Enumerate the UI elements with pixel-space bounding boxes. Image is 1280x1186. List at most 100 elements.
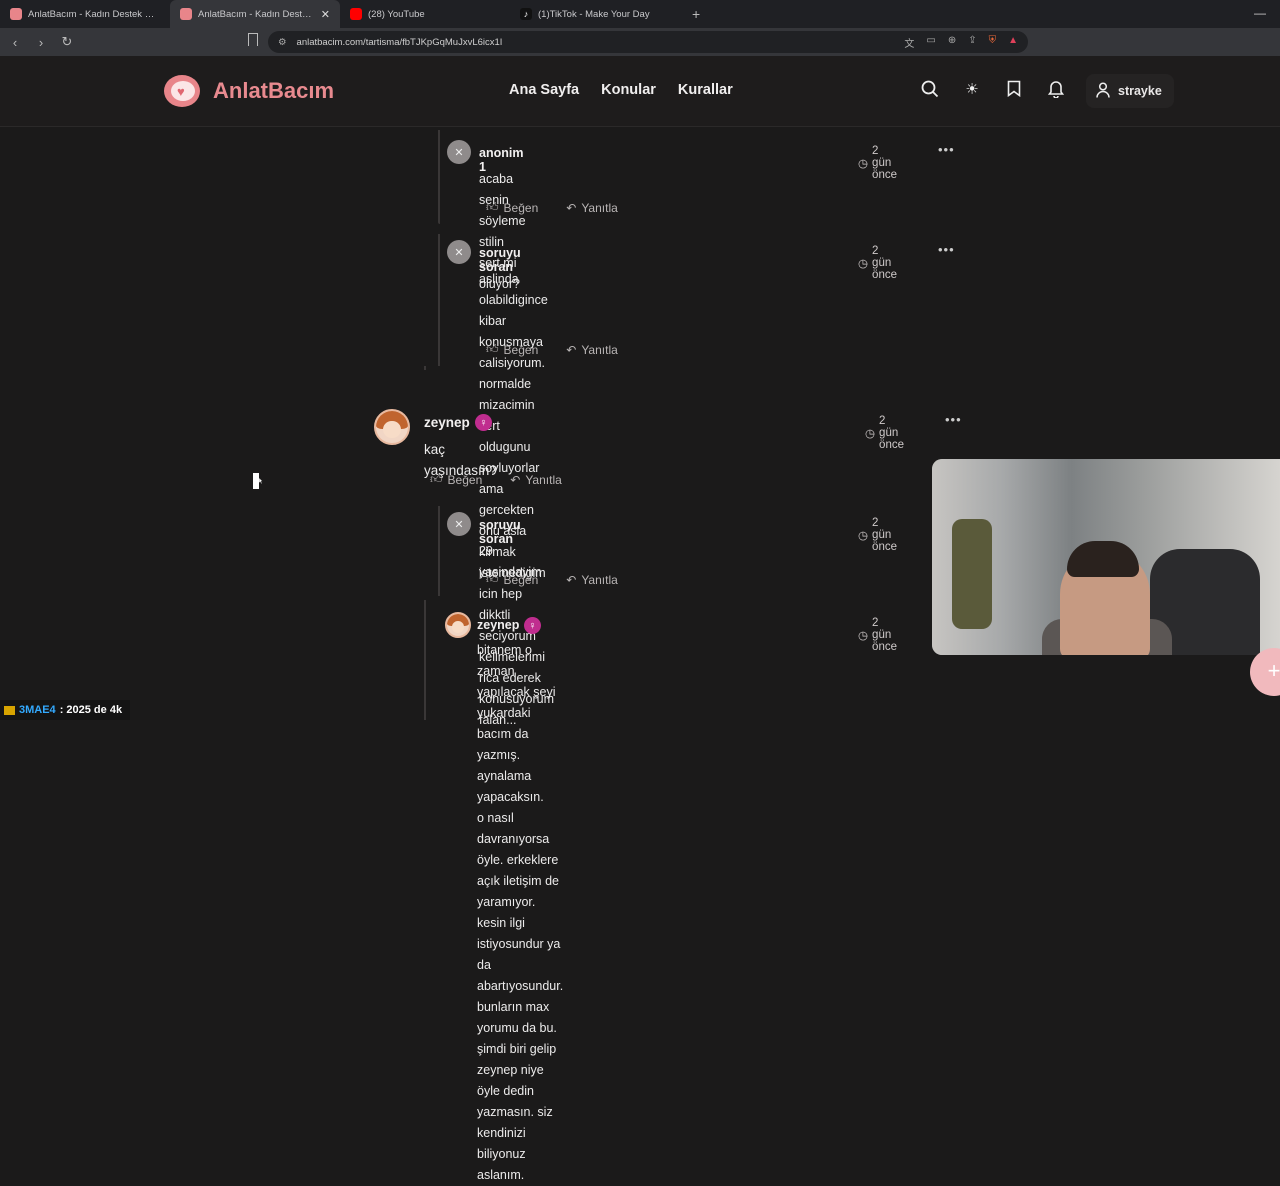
reload-icon[interactable]: ↻ [56, 34, 78, 50]
thumbs-up-icon: 👍︎ [486, 200, 499, 214]
webcam-overlay [932, 459, 1280, 655]
comment-time: ◷ 2 gün önce [865, 415, 904, 451]
tiktok-favicon-icon: ♪ [520, 8, 532, 20]
tab-title: (28) YouTube [368, 8, 425, 20]
comment-actions: 👍︎ Beğen ↶ Yanıtla [486, 200, 618, 215]
ticker-text: : 2025 de 4k [59, 704, 123, 716]
like-button[interactable]: 👍︎ Beğen [486, 342, 538, 357]
female-badge-icon: ♀ [524, 617, 541, 634]
comment-actions: 👍︎ Beğen ↶ Yanıtla [486, 572, 618, 587]
user-icon [1096, 81, 1110, 101]
url-text: anlatbacim.com/tartisma/fbTJKpGqMuJxvL6i… [296, 36, 503, 48]
site-logo[interactable]: ♥ AnlatBacım [164, 73, 334, 109]
thread-line [438, 506, 440, 596]
anlatbacim-favicon-icon [10, 8, 22, 20]
reply-button[interactable]: ↶ Yanıtla [566, 342, 618, 357]
reply-button[interactable]: ↶ Yanıtla [510, 472, 562, 487]
comment-actions: 👍︎ Beğen ↶ Yanıtla [486, 342, 618, 357]
comment-time: ◷ 2 gün önce [858, 145, 897, 181]
clock-icon: ◷ [858, 258, 869, 270]
comment-text: bitanem o zaman yapılacak şeyi yukardaki… [477, 643, 564, 1182]
browser-tab-2[interactable]: AnlatBacım - Kadın Destek Platformu ✕ [170, 0, 340, 28]
tab-title: AnlatBacım - Kadın Destek Platformu [28, 8, 160, 20]
translate-icon[interactable]: 文 [904, 35, 914, 50]
browser-tabbar: AnlatBacım - Kadın Destek Platformu Anla… [0, 0, 1280, 28]
new-tab-button[interactable]: + [680, 6, 712, 22]
site-settings-icon[interactable]: ⚙ [278, 37, 287, 48]
clock-icon: ◷ [858, 630, 869, 642]
tab-title: (1)TikTok - Make Your Day [538, 8, 650, 20]
reply-arrow-icon: ↶ [566, 572, 577, 587]
nav-rules[interactable]: Kurallar [678, 82, 733, 98]
crown-icon [4, 705, 15, 715]
notifications-bell-icon[interactable] [1046, 80, 1066, 100]
anonymous-user-icon: ✕ [447, 240, 471, 264]
username: strayke [1118, 84, 1162, 98]
comment-author[interactable]: zeynep [477, 618, 519, 632]
reply-arrow-icon: ↶ [566, 200, 577, 215]
thumbs-up-icon: 👍︎ [486, 342, 499, 356]
like-button[interactable]: 👍︎ Beğen [430, 472, 482, 487]
main-nav: Ana Sayfa Konular Kurallar [509, 82, 733, 98]
zoom-icon[interactable]: ⊕ [948, 35, 956, 50]
site-header: ♥ AnlatBacım Ana Sayfa Konular Kurallar … [0, 56, 1280, 127]
avatar[interactable] [445, 612, 471, 638]
mouse-cursor-icon [253, 473, 263, 489]
comment-author[interactable]: zeynep [424, 415, 470, 430]
comment-actions: 👍︎ Beğen ↶ Yanıtla [430, 472, 562, 487]
anonymous-user-icon: ✕ [447, 140, 471, 164]
like-button[interactable]: 👍︎ Beğen [486, 200, 538, 215]
clock-icon: ◷ [858, 530, 869, 542]
window-minimize-icon[interactable]: — [1254, 6, 1266, 20]
more-options-icon[interactable]: ••• [945, 412, 962, 427]
back-icon[interactable]: ‹ [4, 35, 26, 50]
like-button[interactable]: 👍︎ Beğen [486, 572, 538, 587]
reply-button[interactable]: ↶ Yanıtla [566, 572, 618, 587]
thread-line [424, 600, 426, 720]
clock-icon: ◷ [858, 158, 869, 170]
thread-line [438, 130, 440, 224]
more-options-icon[interactable]: ••• [938, 242, 955, 257]
youtube-favicon-icon [350, 8, 362, 20]
share-icon[interactable]: ⇪ [968, 35, 976, 50]
nav-home[interactable]: Ana Sayfa [509, 82, 579, 98]
bookmarks-icon[interactable] [1004, 80, 1024, 100]
thread-line [438, 234, 440, 366]
browser-tab-1[interactable]: AnlatBacım - Kadın Destek Platformu [0, 0, 170, 28]
logo-bubble-icon: ♥ [164, 73, 204, 109]
theme-toggle-sun-icon[interactable]: ☀ [962, 80, 982, 100]
comment-time: ◷ 2 gün önce [858, 517, 897, 553]
header-actions: ☀ [920, 80, 1066, 100]
forward-icon[interactable]: › [30, 35, 52, 50]
more-options-icon[interactable]: ••• [938, 142, 955, 157]
tab-title: AnlatBacım - Kadın Destek Platformu [198, 8, 315, 20]
reply-arrow-icon: ↶ [510, 472, 521, 487]
new-post-fab-button[interactable]: + [1250, 648, 1280, 696]
female-badge-icon: ♀ [475, 414, 492, 431]
close-tab-icon[interactable]: ✕ [321, 8, 330, 21]
thread-line [424, 366, 426, 370]
brave-shield-icon[interactable]: ⛨ [989, 35, 997, 50]
anlatbacim-favicon-icon [180, 8, 192, 20]
browser-tab-4[interactable]: ♪ (1)TikTok - Make Your Day [510, 0, 680, 28]
browser-toolbar: ‹ › ↻ ⚙ anlatbacim.com/tartisma/fbTJKpGq… [0, 28, 1280, 75]
address-bar[interactable]: ⚙ anlatbacim.com/tartisma/fbTJKpGqMuJxvL… [268, 31, 1028, 53]
ticker-code: 3MAE4 [19, 704, 56, 716]
cast-icon[interactable]: ▭ [926, 35, 935, 50]
bookmark-page-icon[interactable] [248, 33, 258, 46]
search-icon[interactable] [920, 80, 940, 100]
comment-time: ◷ 2 gün önce [858, 245, 897, 281]
clock-icon: ◷ [865, 428, 876, 440]
stream-ticker: 3MAE4 : 2025 de 4k [0, 700, 131, 720]
anonymous-user-icon: ✕ [447, 512, 471, 536]
browser-tab-3[interactable]: (28) YouTube [340, 0, 510, 28]
brave-rewards-icon[interactable]: ▲ [1008, 35, 1018, 50]
thumbs-up-icon: 👍︎ [430, 472, 443, 486]
avatar[interactable] [374, 409, 410, 445]
user-menu-button[interactable]: strayke [1086, 74, 1174, 108]
logo-text: AnlatBacım [213, 78, 335, 103]
comment-time: ◷ 2 gün önce [858, 617, 897, 653]
reply-button[interactable]: ↶ Yanıtla [566, 200, 618, 215]
nav-topics[interactable]: Konular [601, 82, 656, 98]
reply-arrow-icon: ↶ [566, 342, 577, 357]
